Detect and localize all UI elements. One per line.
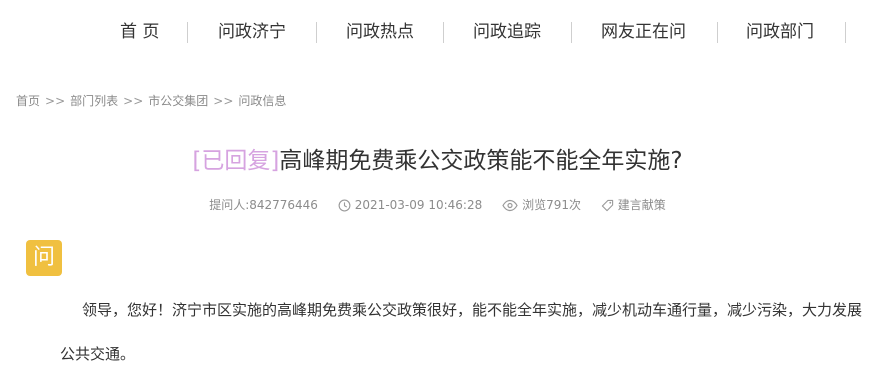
category-text: 建言献策 xyxy=(617,198,666,212)
status-badge: [已回复] xyxy=(192,148,280,174)
nav-home[interactable]: 首 页 xyxy=(120,16,159,48)
breadcrumb-separator: >> xyxy=(123,94,144,108)
nav-divider xyxy=(717,22,718,43)
eye-icon xyxy=(502,199,518,212)
category[interactable]: 建言献策 xyxy=(601,196,666,213)
timestamp: 2021-03-09 10:46:28 xyxy=(338,198,482,212)
question-title: [已回复]高峰期免费乘公交政策能不能全年实施? xyxy=(0,141,875,175)
nav-divider xyxy=(845,22,846,43)
question-badge: 问 xyxy=(26,240,62,276)
nav-divider xyxy=(571,22,572,43)
breadcrumb: 首页 >> 部门列表 >> 市公交集团 >> 问政信息 xyxy=(16,92,286,109)
nav-divider xyxy=(316,22,317,43)
nav-wenzheng-jining[interactable]: 问政济宁 xyxy=(218,16,286,48)
breadcrumb-department-list[interactable]: 部门列表 xyxy=(70,94,118,108)
breadcrumb-question-info[interactable]: 问政信息 xyxy=(238,94,286,108)
view-count: 浏览791次 xyxy=(502,196,581,213)
question-meta: 提问人:842776446 2021-03-09 10:46:28 浏览791次… xyxy=(0,196,875,213)
nav-divider xyxy=(187,22,188,43)
question-title-text: 高峰期免费乘公交政策能不能全年实施? xyxy=(279,148,683,174)
nav-netizens-asking[interactable]: 网友正在问 xyxy=(601,16,686,48)
view-count-text: 浏览791次 xyxy=(522,198,581,212)
nav-departments[interactable]: 问政部门 xyxy=(746,16,814,48)
breadcrumb-separator: >> xyxy=(213,94,234,108)
nav-tracking[interactable]: 问政追踪 xyxy=(473,16,541,48)
timestamp-text: 2021-03-09 10:46:28 xyxy=(354,197,483,212)
breadcrumb-home[interactable]: 首页 xyxy=(16,94,40,108)
clock-icon xyxy=(338,199,351,211)
question-body: 领导，您好！济宁市区实施的高峰期免费乘公交政策很好，能不能全年实施，减少机动车通… xyxy=(60,288,872,376)
top-nav: 首 页 问政济宁 问政热点 问政追踪 网友正在问 问政部门 xyxy=(0,16,875,48)
asker-label: 提问人:842776446 xyxy=(209,198,318,212)
breadcrumb-separator: >> xyxy=(45,94,66,108)
nav-hot-topics[interactable]: 问政热点 xyxy=(346,16,414,48)
nav-divider xyxy=(443,22,444,43)
question-body-text: 领导，您好！济宁市区实施的高峰期免费乘公交政策很好，能不能全年实施，减少机动车通… xyxy=(60,301,863,363)
breadcrumb-bus-group[interactable]: 市公交集团 xyxy=(148,94,208,108)
tag-icon xyxy=(601,199,613,212)
